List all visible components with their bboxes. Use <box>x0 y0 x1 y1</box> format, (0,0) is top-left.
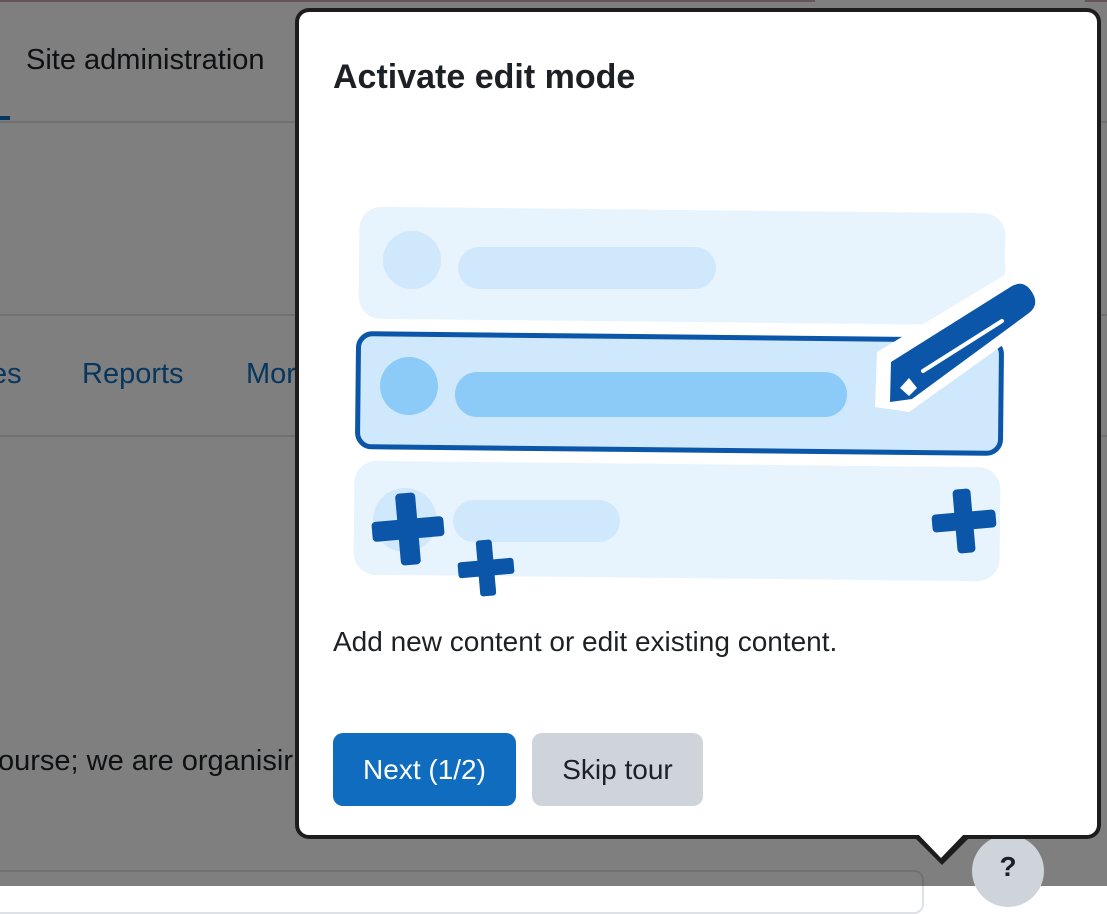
next-button[interactable]: Next (1/2) <box>333 733 516 806</box>
skip-tour-button[interactable]: Skip tour <box>532 733 703 806</box>
tour-title: Activate edit mode <box>333 58 636 96</box>
tour-popover: Activate edit mode Add new content or ed… <box>295 8 1101 839</box>
tour-body-text: Add new content or edit existing content… <box>333 626 838 657</box>
edit-mode-illustration <box>353 206 1058 597</box>
help-button[interactable]: ? <box>972 835 1044 907</box>
popover-arrow-fill <box>916 832 966 858</box>
tour-popover-content: Activate edit mode Add new content or ed… <box>299 12 1097 835</box>
help-button-label: ? <box>999 851 1017 882</box>
